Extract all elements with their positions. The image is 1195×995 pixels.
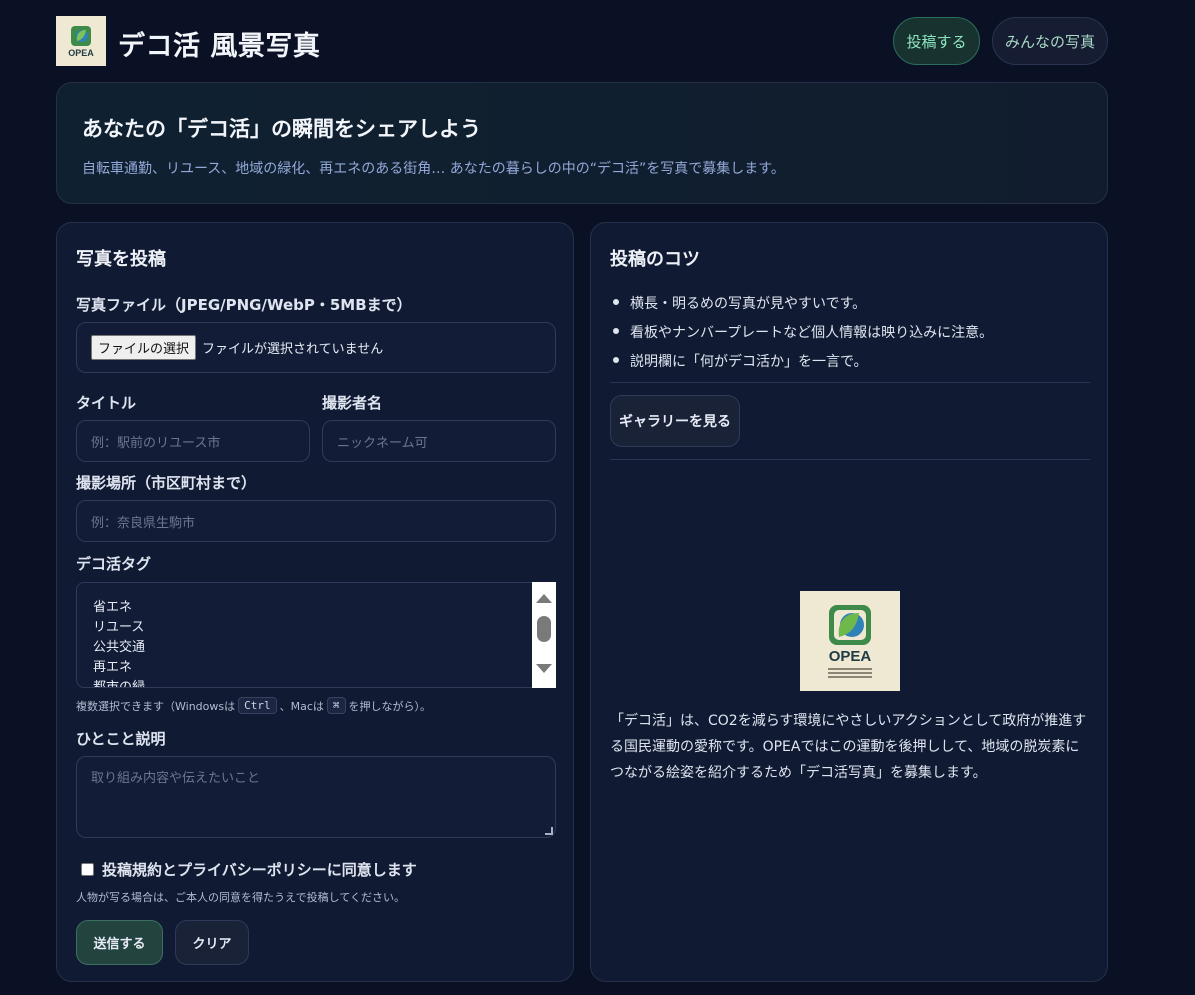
tip-item: 説明欄に「何がデコ活か」を一言で。 <box>612 351 993 371</box>
leaf-globe-icon <box>71 25 91 46</box>
title-label: タイトル <box>76 394 137 412</box>
resize-handle-icon[interactable] <box>545 827 553 835</box>
clear-button[interactable]: クリア <box>175 920 249 965</box>
photographer-label: 撮影者名 <box>322 394 383 412</box>
scroll-thumb[interactable] <box>537 616 551 642</box>
location-input[interactable]: 例：奈良県生駒市 <box>76 500 556 542</box>
location-label: 撮影場所（市区町村まで） <box>76 474 257 492</box>
tip-item: 看板やナンバープレートなど個人情報は映り込みに注意。 <box>612 322 993 342</box>
scroll-up-icon[interactable] <box>536 594 552 603</box>
desc-textarea[interactable]: 取り組み内容や伝えたいこと <box>76 756 556 838</box>
divider <box>610 382 1090 383</box>
desc-label: ひとこと説明 <box>76 730 166 748</box>
hint-prefix: 複数選択できます（Windowsは <box>76 699 236 713</box>
logo-text: OPEA <box>68 47 94 58</box>
opea-logo: OPEA <box>800 591 900 691</box>
cmd-key: ⌘ <box>326 697 346 714</box>
file-choose-button[interactable]: ファイルの選択 <box>91 335 197 360</box>
nav-gallery-button[interactable]: みんなの写真 <box>992 17 1108 65</box>
form-title: 写真を投稿 <box>76 249 166 270</box>
desc-placeholder: 取り組み内容や伝えたいこと <box>91 771 261 786</box>
consent-row[interactable]: 投稿規約とプライバシーポリシーに同意します <box>81 859 417 880</box>
tags-select[interactable]: 省エネ リユース 公共交通 再エネ 都市の緑 <box>76 582 556 688</box>
big-logo-text: OPEA <box>828 648 872 665</box>
hint-suffix: を押しながら）。 <box>348 699 432 713</box>
leaf-globe-icon <box>829 605 871 645</box>
logo: OPEA <box>56 16 106 66</box>
tag-option[interactable]: 公共交通 <box>93 636 145 655</box>
ctrl-key: Ctrl <box>238 697 277 714</box>
file-label: 写真ファイル（JPEG/PNG/WebP・5MBまで） <box>76 296 412 314</box>
tag-option[interactable]: リユース <box>93 616 144 635</box>
tips-title: 投稿のコツ <box>610 249 700 270</box>
tips-panel: 投稿のコツ 横長・明るめの写真が見やすいです。 看板やナンバープレートなど個人情… <box>590 222 1108 982</box>
tag-option[interactable]: 省エネ <box>93 596 132 615</box>
consent-label[interactable]: 投稿規約とプライバシーポリシーに同意します <box>102 859 417 880</box>
title-input[interactable]: 例：駅前のリユース市 <box>76 420 310 462</box>
hero-banner: あなたの「デコ活」の瞬間をシェアしよう 自転車通勤、リユース、地域の緑化、再エネ… <box>56 82 1108 204</box>
tips-list: 横長・明るめの写真が見やすいです。 看板やナンバープレートなど個人情報は映り込み… <box>612 293 993 380</box>
hero-title: あなたの「デコ活」の瞬間をシェアしよう <box>82 117 481 141</box>
tags-scrollbar[interactable] <box>532 582 556 688</box>
scroll-down-icon[interactable] <box>536 664 552 673</box>
file-input[interactable]: ファイルの選択 ファイルが選択されていません <box>76 322 556 373</box>
hero-subtitle: 自転車通勤、リユース、地域の緑化、再エネのある街角… あなたの暮らしの中の“デコ… <box>82 161 785 177</box>
tag-option[interactable]: 再エネ <box>93 656 132 675</box>
app-title: デコ活 風景写真 <box>118 31 321 62</box>
tags-hint: 複数選択できます（Windowsは Ctrl 、Macは ⌘ を押しながら）。 <box>76 697 431 714</box>
submit-button[interactable]: 送信する <box>76 920 163 965</box>
nav-post-button[interactable]: 投稿する <box>893 17 980 65</box>
about-text: 「デコ活」は、CO2を減らす環境にやさしいアクションとして政府が推進する国民運動… <box>610 713 1087 781</box>
header: OPEA デコ活 風景写真 投稿する みんなの写真 <box>56 16 1108 66</box>
tag-option[interactable]: 都市の緑 <box>93 676 145 687</box>
logo-subtext-lines <box>828 668 872 678</box>
hint-mid: 、Macは <box>279 699 324 713</box>
photographer-input[interactable]: ニックネーム可 <box>322 420 556 462</box>
consent-checkbox[interactable] <box>81 863 94 876</box>
tip-item: 横長・明るめの写真が見やすいです。 <box>612 293 993 313</box>
gallery-button[interactable]: ギャラリーを見る <box>610 395 740 447</box>
file-status: ファイルが選択されていません <box>202 342 384 357</box>
post-form-panel: 写真を投稿 写真ファイル（JPEG/PNG/WebP・5MBまで） ファイルの選… <box>56 222 574 982</box>
tags-label: デコ活タグ <box>76 555 152 573</box>
divider <box>610 459 1090 460</box>
page: OPEA デコ活 風景写真 投稿する みんなの写真 あなたの「デコ活」の瞬間をシ… <box>0 0 1195 995</box>
consent-note: 人物が写る場合は、ご本人の同意を得たうえで投稿してください。 <box>76 891 406 904</box>
